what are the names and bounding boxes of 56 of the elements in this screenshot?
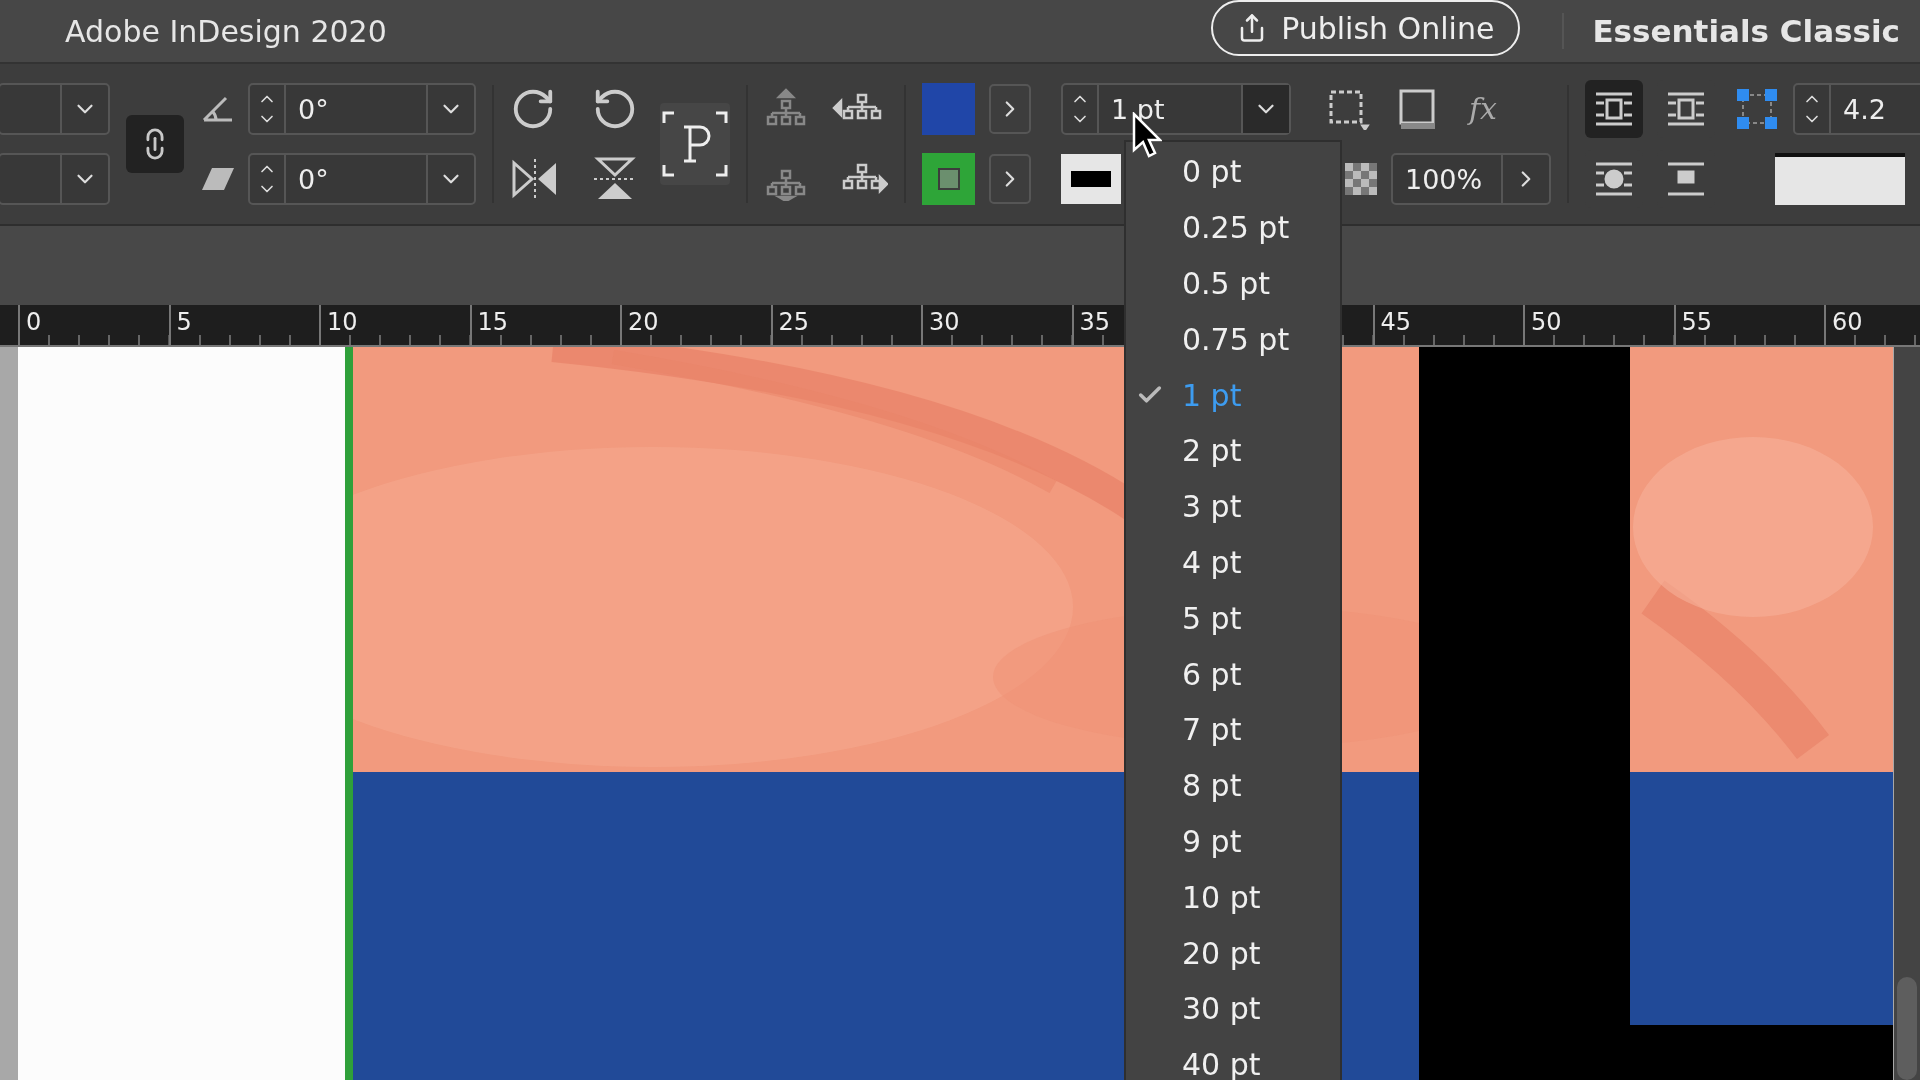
- stroke-swatch[interactable]: [922, 153, 975, 205]
- menu-item[interactable]: 2 pt: [1126, 423, 1340, 479]
- text-wrap-icon: [1666, 91, 1706, 127]
- ruler-label: 45: [1380, 308, 1412, 336]
- ruler-label: 0: [26, 308, 42, 336]
- ruler-label: 25: [778, 308, 810, 336]
- ruler-label: 55: [1681, 308, 1713, 336]
- text-wrap-icon: [1666, 161, 1706, 197]
- ruler-label: 15: [477, 308, 509, 336]
- ruler-label: 30: [929, 308, 960, 336]
- workspace-switcher[interactable]: Essentials Classic: [1562, 13, 1900, 49]
- menu-item[interactable]: 6 pt: [1126, 646, 1340, 702]
- input-field[interactable]: 0°: [248, 153, 476, 205]
- menu-item[interactable]: 0 pt: [1126, 144, 1340, 200]
- transparency-icon: [1345, 163, 1377, 195]
- stroke-type-swatch[interactable]: [1061, 154, 1121, 204]
- scrollbar[interactable]: [1894, 347, 1920, 1080]
- text-wrap-icon: [1594, 91, 1634, 127]
- menu-item[interactable]: 0.5 pt: [1126, 255, 1340, 312]
- menu-item[interactable]: 3 pt: [1126, 478, 1340, 535]
- menu-item[interactable]: 8 pt: [1126, 757, 1340, 814]
- frame-fitting-icon[interactable]: [1327, 88, 1371, 130]
- ruler-label: 10: [327, 308, 358, 336]
- reference-point-icon[interactable]: [1735, 87, 1779, 131]
- menu-item[interactable]: 4 pt: [1126, 534, 1340, 591]
- opacity-field[interactable]: 100%: [1391, 153, 1551, 205]
- menu-item[interactable]: 10 pt: [1126, 869, 1340, 926]
- shear-icon: [202, 166, 234, 192]
- ruler-label: 50: [1531, 308, 1562, 336]
- input-field[interactable]: [0, 153, 110, 205]
- menu-item[interactable]: 9 pt: [1126, 813, 1340, 870]
- menu-item[interactable]: 5 pt: [1126, 590, 1340, 647]
- menu-item[interactable]: 30 pt: [1126, 980, 1340, 1037]
- angle-icon: [202, 95, 234, 123]
- proxy-frame-button[interactable]: [660, 103, 730, 185]
- ruler-label: 60: [1832, 308, 1863, 336]
- menu-item[interactable]: 0.25 pt: [1126, 199, 1340, 256]
- publish-button[interactable]: Publish Online: [1211, 0, 1521, 56]
- link-button[interactable]: [126, 115, 184, 173]
- swatch-menu-button[interactable]: [989, 84, 1031, 134]
- fill-swatch[interactable]: [922, 83, 975, 135]
- ruler-label: 20: [628, 308, 659, 336]
- text-wrap-icon: [1594, 161, 1634, 197]
- input-field[interactable]: 4.2: [1793, 83, 1920, 135]
- input-field[interactable]: [0, 83, 110, 135]
- menu-item[interactable]: 0.75 pt: [1126, 311, 1340, 368]
- swatch-menu-button[interactable]: [989, 154, 1031, 204]
- ruler-label: 35: [1079, 308, 1111, 336]
- input-field[interactable]: 0°: [248, 83, 476, 135]
- text-wrap-button[interactable]: [1585, 80, 1643, 138]
- menu-item[interactable]: 7 pt: [1126, 701, 1340, 758]
- stroke-style-preview[interactable]: [1775, 153, 1905, 205]
- menu-item[interactable]: 20 pt: [1126, 925, 1340, 981]
- app-title: Adobe InDesign 2020: [65, 13, 387, 49]
- effects-button[interactable]: fx: [1467, 91, 1504, 127]
- ruler-label: 5: [176, 308, 192, 336]
